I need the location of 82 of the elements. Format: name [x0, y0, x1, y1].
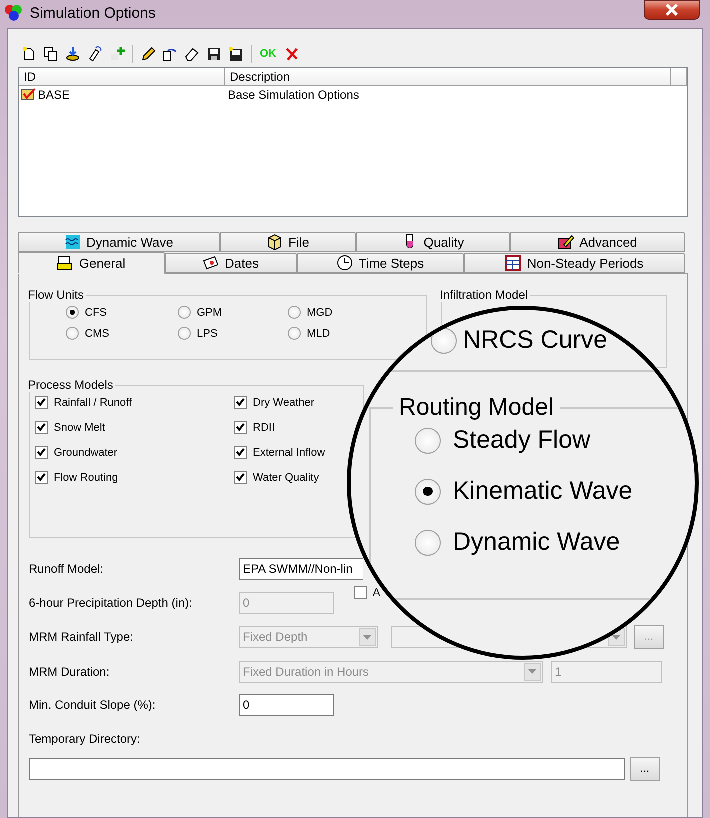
radio-option[interactable]: MGD	[288, 306, 333, 319]
waves-icon	[64, 234, 81, 250]
pencil-card-icon	[558, 234, 574, 250]
runoff-model-field[interactable]: EPA SWMM//Non-lin	[239, 558, 363, 580]
group-label: Infiltration Model	[439, 288, 530, 302]
calendar-icon	[203, 255, 220, 271]
app-logo-icon	[4, 4, 24, 22]
window-title: Simulation Options	[30, 4, 157, 22]
folder-icon	[57, 255, 74, 271]
tab[interactable]: General	[18, 252, 165, 274]
field-label: Runoff Model:	[29, 562, 104, 576]
checkbox[interactable]: Water Quality	[234, 471, 320, 484]
copy-icon	[43, 46, 59, 62]
checkbox[interactable]: Snow Melt	[35, 421, 106, 434]
field-label: MRM Duration:	[29, 664, 111, 678]
tab[interactable]: Advanced	[510, 232, 685, 252]
check-icon	[37, 473, 46, 482]
new-page-icon	[21, 46, 37, 62]
caret-icon	[363, 634, 372, 640]
link-icon	[87, 46, 103, 62]
close-button[interactable]	[644, 0, 700, 20]
radio-option[interactable]: Steady Flow	[415, 426, 591, 455]
column-header[interactable]: ID	[19, 68, 225, 86]
directory-field[interactable]	[29, 758, 625, 780]
check-icon	[236, 448, 245, 457]
radio-option[interactable]: Kinematic Wave	[415, 477, 633, 506]
tab[interactable]: Dynamic Wave	[18, 232, 220, 252]
save-as-icon	[228, 46, 244, 62]
import-icon	[65, 46, 81, 62]
field-label: 6-hour Precipitation Depth (in):	[29, 596, 194, 610]
checkbox[interactable]: Groundwater	[35, 446, 118, 459]
field-label: MRM Rainfall Type:	[29, 630, 134, 644]
column-header[interactable]: Description	[225, 68, 671, 86]
group-label: Routing Model	[398, 394, 555, 422]
table-cell[interactable]: Base Simulation Options	[228, 88, 360, 102]
radio-option[interactable]: LPS	[178, 327, 218, 340]
check-icon	[236, 423, 245, 432]
group-label: Process Models	[27, 378, 114, 392]
add-id-icon	[109, 46, 125, 62]
save-as-button[interactable]	[227, 45, 245, 63]
tab[interactable]: Dates	[165, 253, 297, 273]
save-button[interactable]	[205, 45, 223, 63]
radio-option[interactable]: GPM	[178, 306, 222, 319]
checkbox[interactable]: Flow Routing	[35, 471, 118, 484]
grid-icon	[505, 255, 522, 271]
check-icon	[37, 423, 46, 432]
field-label: Temporary Directory:	[29, 732, 142, 746]
radio-option[interactable]: CMS	[66, 327, 110, 340]
undo-icon	[162, 46, 178, 62]
box-icon	[266, 234, 283, 250]
caret-icon	[612, 634, 621, 640]
checkbox[interactable]: Dry Weather	[234, 396, 315, 409]
check-icon	[37, 398, 46, 407]
eraser-icon	[184, 46, 200, 62]
radio-option[interactable]: CFS	[66, 306, 107, 319]
field-label: Min. Conduit Slope (%):	[29, 698, 157, 712]
radio-option[interactable]: Dynamic Wave	[415, 528, 620, 557]
checkbox[interactable]: External Inflow	[234, 446, 326, 459]
radio-option[interactable]: MLD	[288, 327, 330, 340]
radio-option[interactable]: NRCS Curve	[431, 326, 608, 355]
tab[interactable]: Time Steps	[297, 253, 464, 273]
caret-icon	[528, 669, 537, 674]
table-cell[interactable]: BASE	[38, 88, 70, 102]
pencil-icon	[140, 46, 156, 62]
input-field[interactable]: 0	[239, 694, 334, 716]
checkbox[interactable]: Rainfall / Runoff	[35, 396, 132, 409]
checkbox[interactable]: RDII	[234, 421, 275, 434]
tab[interactable]: Quality	[356, 232, 510, 252]
check-icon	[37, 448, 46, 457]
group-label: Flow Units	[27, 288, 86, 302]
check-icon	[236, 473, 245, 482]
clock-icon	[336, 255, 353, 271]
close-icon	[665, 4, 679, 16]
tab[interactable]: File	[220, 232, 356, 252]
check-icon	[236, 398, 245, 407]
column-header	[671, 68, 687, 86]
tab[interactable]: Non-Steady Periods	[464, 253, 685, 273]
import-button[interactable]	[64, 45, 82, 63]
cancel-icon	[284, 46, 300, 62]
save-icon	[206, 46, 222, 62]
copy-button[interactable]	[42, 45, 60, 63]
browse-button[interactable]: ...	[630, 757, 660, 781]
